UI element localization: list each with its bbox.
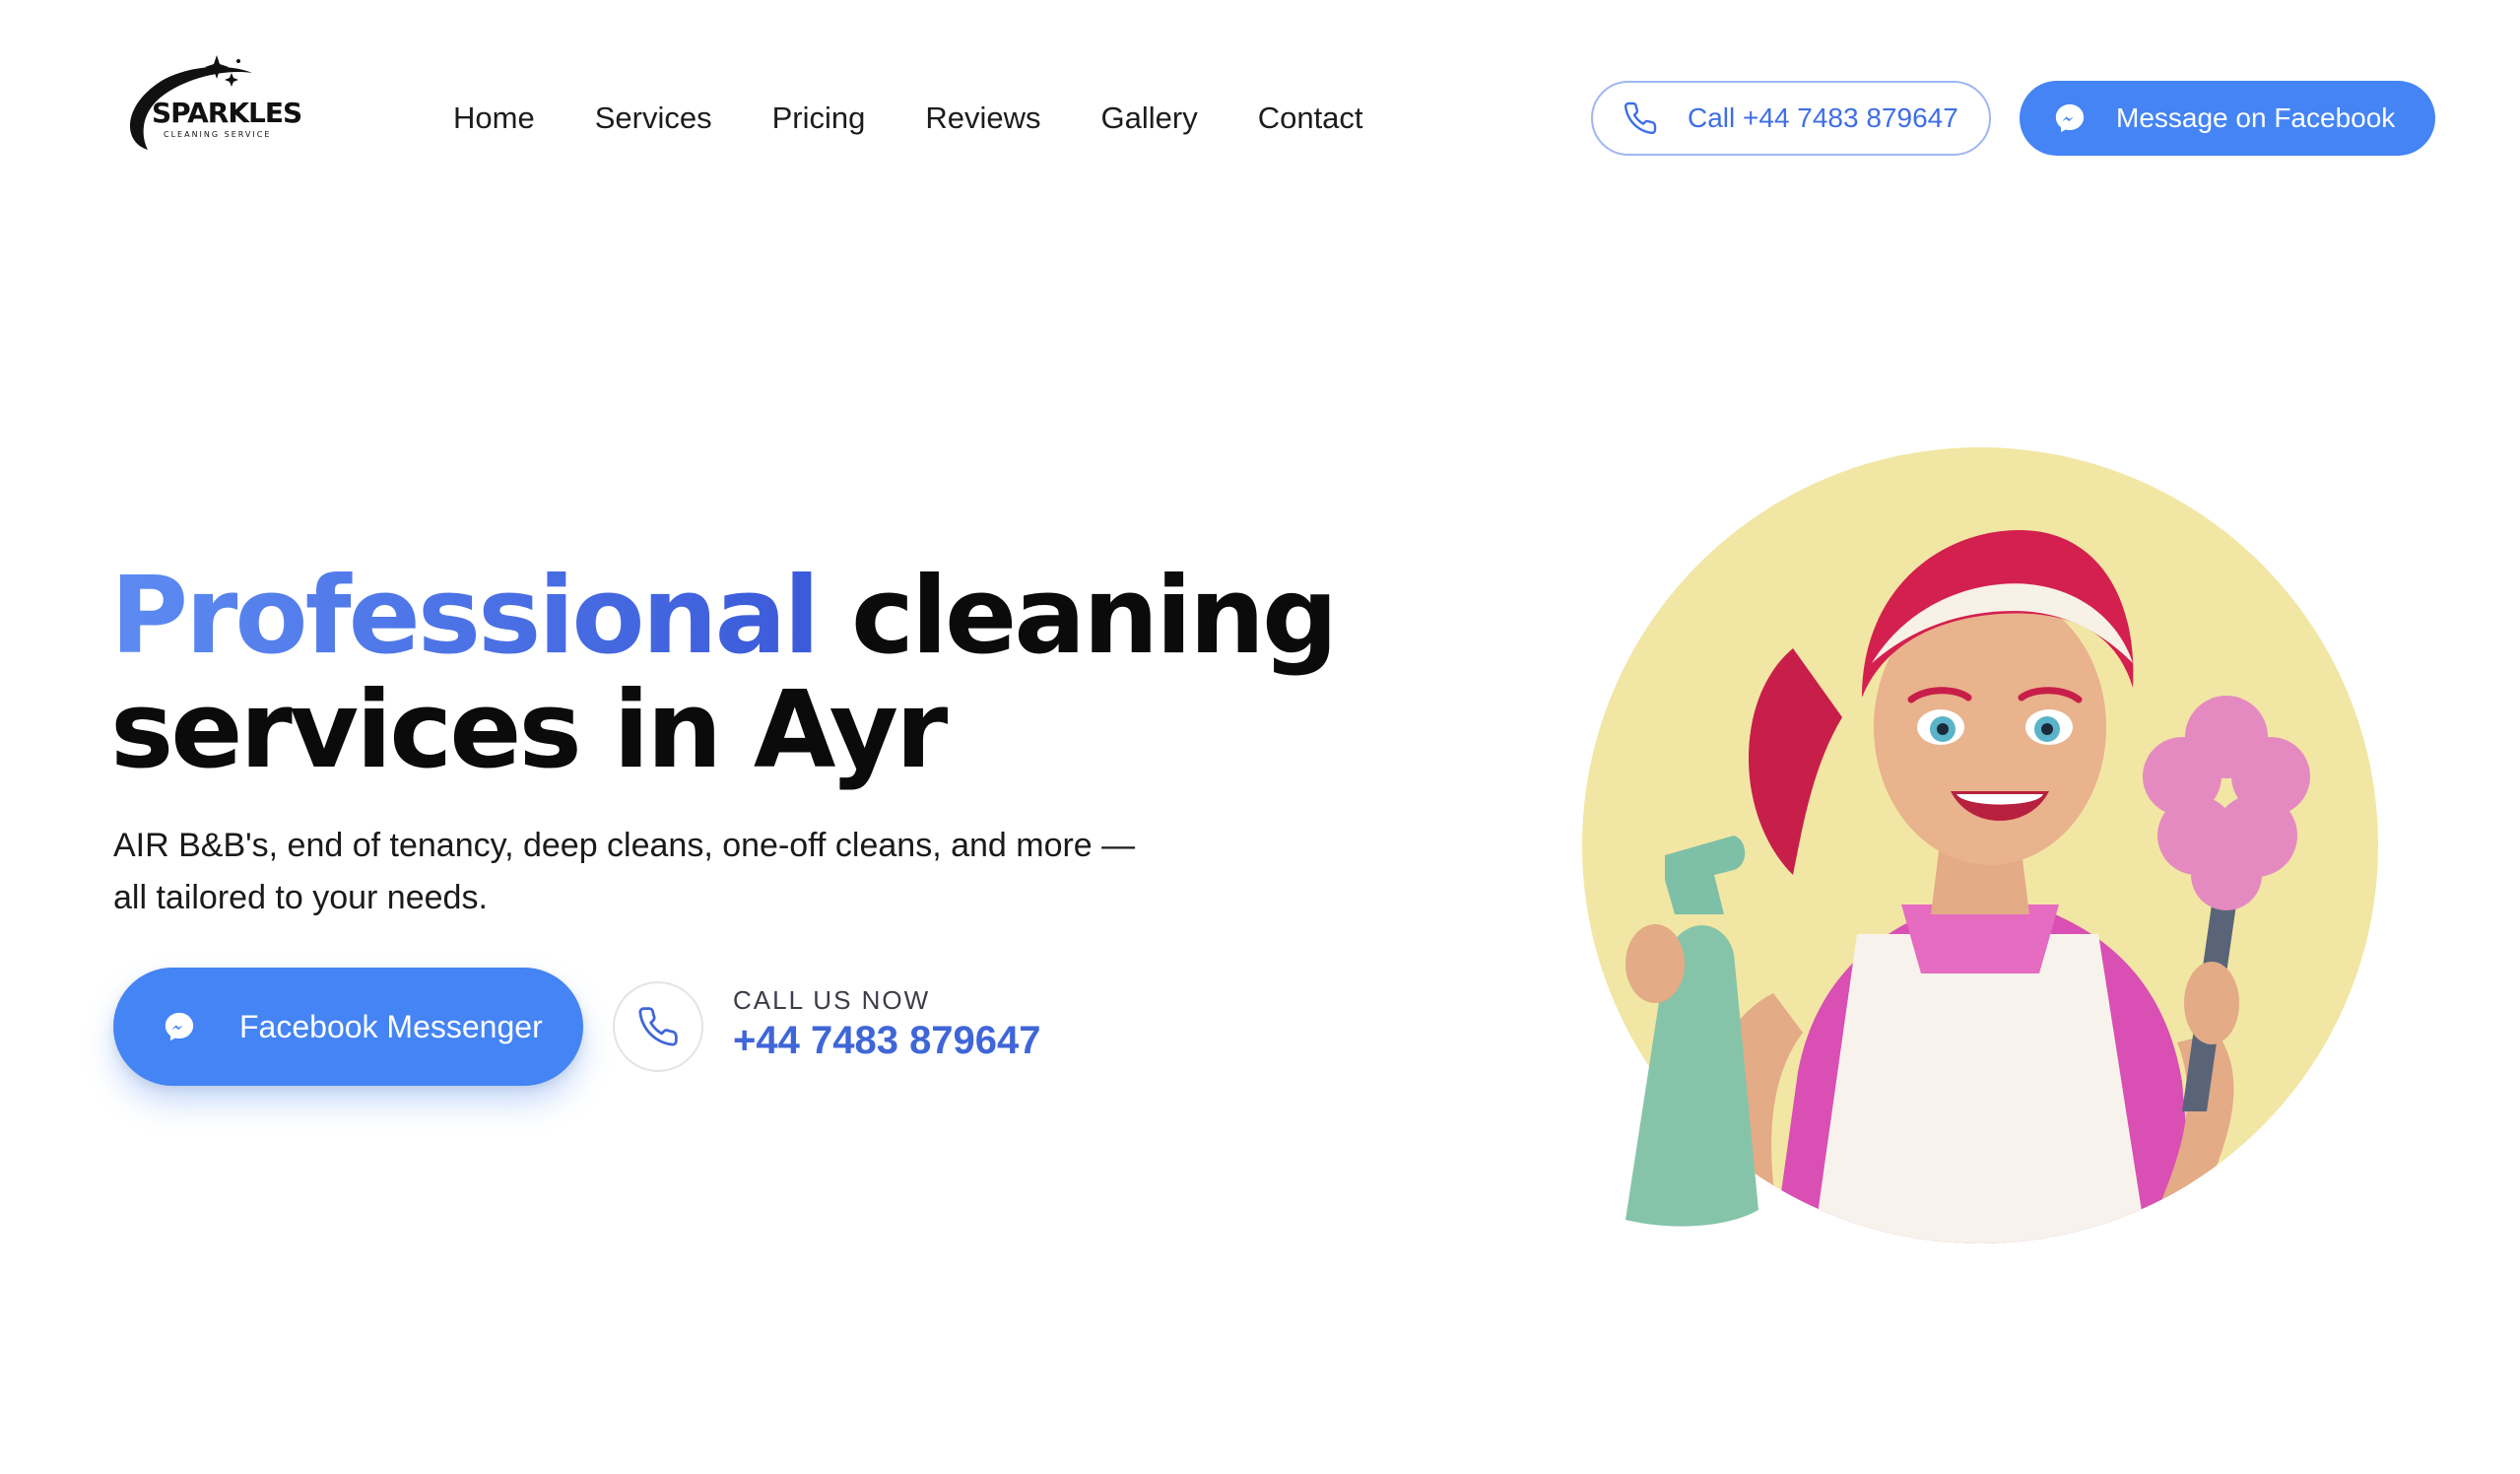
facebook-messenger-button[interactable]: Facebook Messenger: [113, 968, 583, 1086]
header-call-button[interactable]: Call +44 7483 879647: [1591, 81, 1991, 156]
hero-title: Professional cleaning services in Ayr: [110, 560, 1338, 792]
nav-item-gallery[interactable]: Gallery: [1101, 97, 1198, 140]
page: SPARKLES CLEANING SERVICE Home Services …: [0, 0, 2520, 1474]
cleaning-lady-illustration: [1582, 447, 2378, 1243]
nav-item-contact[interactable]: Contact: [1258, 97, 1363, 140]
messenger-icon: [163, 1010, 196, 1043]
header-call-label: Call +44 7483 879647: [1688, 102, 1958, 133]
logo-subtitle: CLEANING SERVICE: [164, 130, 272, 139]
hero-title-line-1: Professional cleaning: [110, 560, 1338, 674]
header-facebook-label: Message on Facebook: [2116, 102, 2396, 133]
phone-icon: [636, 1005, 680, 1048]
header-facebook-button[interactable]: Message on Facebook: [2020, 81, 2435, 156]
nav-item-services[interactable]: Services: [595, 97, 712, 140]
hero-description: AIR B&B's, end of tenancy, deep cleans, …: [113, 827, 1136, 916]
phone-icon: [1623, 100, 1658, 136]
call-us-caption: CALL US NOW: [733, 985, 931, 1015]
nav-item-reviews[interactable]: Reviews: [925, 97, 1040, 140]
hero-title-rest: cleaning: [817, 555, 1338, 678]
site-header: SPARKLES CLEANING SERVICE Home Services …: [0, 0, 2520, 236]
nav-item-pricing[interactable]: Pricing: [772, 97, 866, 140]
nav-item-home[interactable]: Home: [453, 97, 535, 140]
call-circle-button[interactable]: [613, 981, 703, 1072]
facebook-messenger-label: Facebook Messenger: [239, 1008, 543, 1044]
call-phone-number[interactable]: +44 7483 879647: [733, 1019, 1041, 1063]
hero-title-accent: Professional: [110, 555, 820, 678]
hero-title-line-2: services in Ayr: [110, 669, 948, 792]
logo[interactable]: SPARKLES CLEANING SERVICE: [120, 51, 302, 160]
messenger-icon: [2053, 101, 2087, 135]
main-nav: Home Services Pricing Reviews Gallery Co…: [453, 97, 1424, 140]
logo-title: SPARKLES: [152, 97, 302, 129]
